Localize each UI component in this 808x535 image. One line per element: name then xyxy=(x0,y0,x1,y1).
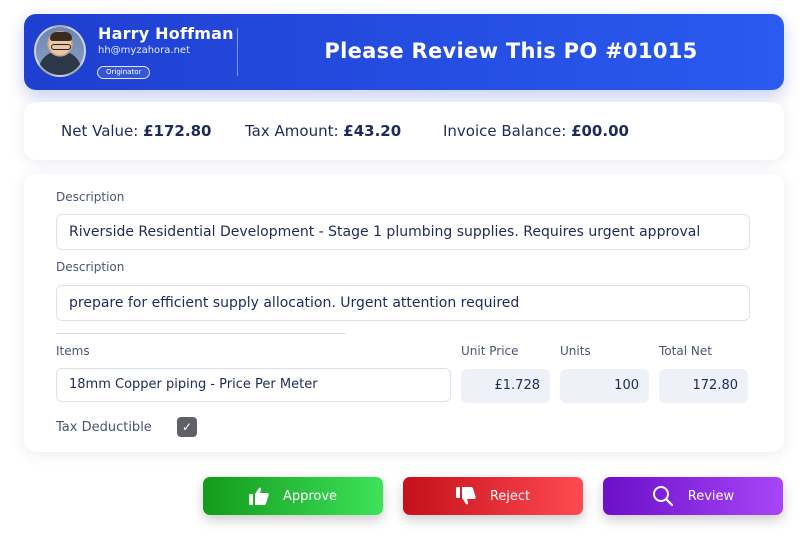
details-card: Description Riverside Residential Develo… xyxy=(24,174,784,452)
tax-deductible-checkbox[interactable]: ✓ xyxy=(177,417,197,437)
review-label: Review xyxy=(687,488,735,504)
avatar-hair xyxy=(50,32,72,41)
tax-deductible-label: Tax Deductible xyxy=(56,420,152,435)
user-email: hh@myzahora.net xyxy=(98,45,190,56)
unit-price-field[interactable]: £1.728 xyxy=(461,369,550,403)
items-column-header: Items xyxy=(56,344,90,358)
thumbs-up-icon xyxy=(248,487,269,505)
reject-label: Reject xyxy=(489,488,531,504)
thumbs-down-icon xyxy=(455,487,476,505)
invoice-balance-value: £00.00 xyxy=(571,122,629,140)
avatar xyxy=(34,25,86,77)
checkmark-icon: ✓ xyxy=(181,420,193,434)
total-net-column-header: Total Net xyxy=(659,344,712,358)
description-label-2: Description xyxy=(56,260,125,274)
role-badge: Originator xyxy=(97,66,151,79)
item-name-field[interactable]: 18mm Copper piping - Price Per Meter xyxy=(56,368,451,402)
summary-card: Net Value: £172.80 Tax Amount: £43.20 In… xyxy=(24,102,784,160)
user-name: Harry Hoffman xyxy=(98,24,234,43)
description-field-1[interactable]: Riverside Residential Development - Stag… xyxy=(56,214,750,250)
review-button[interactable]: Review xyxy=(603,477,783,515)
total-net-field: 172.80 xyxy=(659,369,748,403)
approve-button[interactable]: Approve xyxy=(203,477,383,515)
description-label-1: Description xyxy=(56,190,125,204)
description-field-2[interactable]: prepare for efficient supply allocation.… xyxy=(56,285,750,321)
unit-price-column-header: Unit Price xyxy=(461,344,519,358)
invoice-balance-label: Invoice Balance: xyxy=(443,122,567,140)
page-title: Please Review This PO #01015 xyxy=(324,39,698,63)
net-value-label: Net Value: xyxy=(61,122,139,140)
tax-amount-value: £43.20 xyxy=(343,122,402,140)
search-icon xyxy=(652,485,674,507)
net-value-amount: £172.80 xyxy=(143,122,212,140)
avatar-glasses xyxy=(51,44,71,50)
invoice-balance: Invoice Balance: £00.00 xyxy=(443,122,629,140)
section-divider xyxy=(56,333,346,334)
net-value: Net Value: £172.80 xyxy=(61,122,211,140)
units-column-header: Units xyxy=(560,344,591,358)
tax-amount: Tax Amount: £43.20 xyxy=(245,122,401,140)
approve-label: Approve xyxy=(282,488,338,504)
units-field[interactable]: 100 xyxy=(560,369,649,403)
reject-button[interactable]: Reject xyxy=(403,477,583,515)
tax-amount-label: Tax Amount: xyxy=(245,122,339,140)
po-header: Harry Hoffman hh@myzahora.net Originator… xyxy=(24,14,784,90)
